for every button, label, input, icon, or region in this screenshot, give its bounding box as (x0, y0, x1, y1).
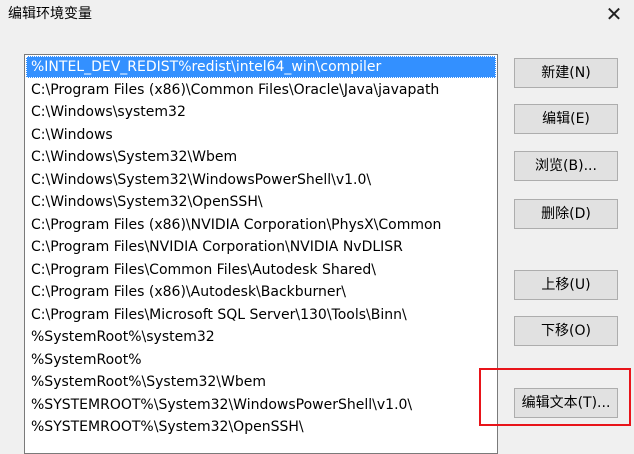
edit-button[interactable]: 编辑(E) (514, 104, 618, 134)
list-item[interactable]: %INTEL_DEV_REDIST%redist\intel64_win\com… (26, 56, 496, 78)
new-button[interactable]: 新建(N) (514, 58, 618, 88)
move-up-button[interactable]: 上移(U) (514, 270, 618, 300)
highlight-box (479, 368, 631, 426)
list-item[interactable]: C:\Program Files\Microsoft SQL Server\13… (26, 304, 496, 326)
list-item[interactable]: C:\Windows\system32 (26, 101, 496, 123)
browse-button[interactable]: 浏览(B)... (514, 151, 618, 181)
list-item[interactable]: C:\Program Files (x86)\Common Files\Orac… (26, 79, 496, 101)
list-item[interactable]: %SystemRoot%\System32\Wbem (26, 371, 496, 393)
delete-button[interactable]: 删除(D) (514, 199, 618, 229)
list-item[interactable]: C:\Windows\System32\OpenSSH\ (26, 191, 496, 213)
list-item[interactable]: C:\Program Files (x86)\Autodesk\Backburn… (26, 281, 496, 303)
list-item[interactable]: %SystemRoot%\system32 (26, 326, 496, 348)
move-down-button[interactable]: 下移(O) (514, 316, 618, 346)
dialog-title: 编辑环境变量 (8, 6, 92, 22)
path-variable-list[interactable]: %INTEL_DEV_REDIST%redist\intel64_win\com… (24, 54, 498, 454)
list-item[interactable]: C:\Windows\System32\WindowsPowerShell\v1… (26, 169, 496, 191)
list-item[interactable]: %SystemRoot% (26, 349, 496, 371)
list-item[interactable]: C:\Program Files\Common Files\Autodesk S… (26, 259, 496, 281)
list-item[interactable]: C:\Windows\System32\Wbem (26, 146, 496, 168)
list-item[interactable]: %SYSTEMROOT%\System32\WindowsPowerShell\… (26, 394, 496, 416)
list-item[interactable]: C:\Windows (26, 124, 496, 146)
list-item[interactable]: %SYSTEMROOT%\System32\OpenSSH\ (26, 416, 496, 438)
list-item[interactable]: C:\Program Files\NVIDIA Corporation\NVID… (26, 236, 496, 258)
list-item[interactable]: C:\Program Files (x86)\NVIDIA Corporatio… (26, 214, 496, 236)
close-icon[interactable]: ✕ (601, 3, 627, 25)
